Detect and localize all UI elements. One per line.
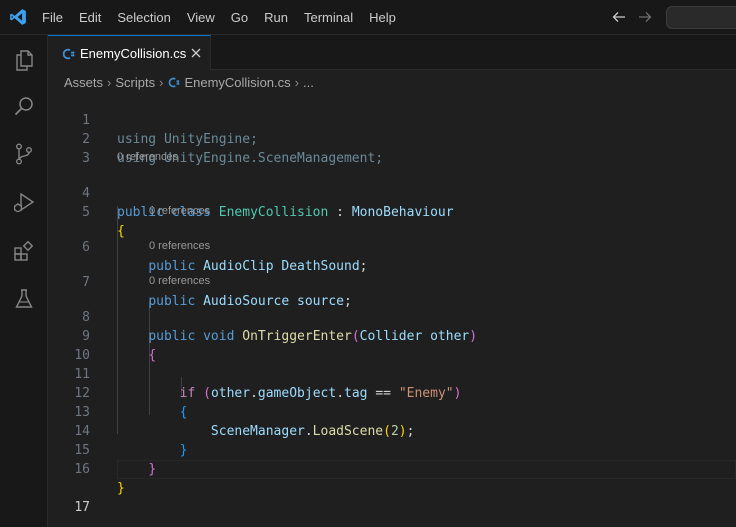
command-center-search[interactable]	[666, 6, 736, 29]
breadcrumb-scripts[interactable]: Scripts	[115, 75, 155, 90]
current-line-highlight	[117, 460, 736, 479]
extensions-icon[interactable]	[12, 240, 36, 264]
tab-bar: EnemyCollision.cs	[48, 35, 736, 70]
code-line: 5 {	[48, 184, 736, 239]
tab-label: EnemyCollision.cs	[80, 46, 187, 61]
editor-area: EnemyCollision.cs Assets › Scripts › Ene…	[48, 35, 736, 527]
code-line: 13 SceneManager.LoadScene(2);	[48, 384, 736, 439]
menu-selection[interactable]: Selection	[109, 0, 178, 35]
csharp-file-icon	[169, 77, 180, 87]
code-line: 9 {	[48, 308, 736, 363]
brace: }	[117, 481, 125, 496]
codelens-references[interactable]: 0 references	[117, 149, 178, 165]
code-line: 6 public AudioClip DeathSound;	[48, 219, 736, 274]
explorer-files-icon[interactable]	[12, 48, 36, 72]
title-bar: File Edit Selection View Go Run Terminal…	[0, 0, 736, 35]
code-line-current: 17	[48, 460, 736, 515]
codelens-references[interactable]: 0 references	[149, 203, 210, 219]
codelens: 0 references	[48, 149, 736, 165]
code-line: 12 {	[48, 365, 736, 420]
code-line: 8 public void OnTriggerEnter(Collider ot…	[48, 289, 736, 344]
activity-bar	[0, 35, 48, 527]
code-line: 11 if (other.gameObject.tag == "Enemy")	[48, 346, 736, 401]
code-editor[interactable]: 1 using UnityEngine; 2 using UnityEngine…	[48, 92, 736, 515]
codelens-references[interactable]: 0 references	[149, 238, 210, 254]
menu-bar: File Edit Selection View Go Run Terminal…	[34, 0, 404, 35]
menu-help[interactable]: Help	[361, 0, 404, 35]
codelens-references[interactable]: 0 references	[149, 273, 210, 289]
code-line: 10	[48, 327, 736, 363]
chevron-right-icon: ›	[107, 74, 112, 90]
chevron-right-icon: ›	[159, 74, 164, 90]
tab-enemy-collision[interactable]: EnemyCollision.cs	[48, 35, 211, 70]
chevron-right-icon: ›	[294, 74, 299, 90]
code-line: 2 using UnityEngine.SceneManagement;	[48, 111, 736, 166]
codelens: 0 references	[48, 273, 736, 289]
menu-file[interactable]: File	[34, 0, 71, 35]
code-line: 16 }	[48, 441, 736, 496]
code-line: 15 }	[48, 422, 736, 477]
code-line: 14 }	[48, 403, 736, 458]
line-number: 17	[74, 500, 90, 515]
source-control-icon[interactable]	[12, 142, 36, 166]
forward-arrow-icon[interactable]	[637, 9, 653, 25]
run-debug-icon[interactable]	[12, 191, 36, 215]
back-arrow-icon[interactable]	[611, 9, 627, 25]
codelens: 0 references	[48, 238, 736, 254]
close-icon[interactable]	[189, 46, 203, 60]
code-line: 3	[48, 130, 736, 166]
breadcrumb-more[interactable]: ...	[303, 75, 314, 90]
menu-terminal[interactable]: Terminal	[296, 0, 361, 35]
code-line: 7 public AudioSource source;	[48, 254, 736, 309]
vscode-logo-icon[interactable]	[9, 8, 27, 26]
testing-flask-icon[interactable]	[12, 287, 36, 311]
breadcrumb-file[interactable]: EnemyCollision.cs	[184, 75, 290, 90]
codelens: 0 references	[48, 203, 736, 219]
menu-run[interactable]: Run	[256, 0, 296, 35]
menu-edit[interactable]: Edit	[71, 0, 109, 35]
breadcrumb-assets[interactable]: Assets	[64, 75, 103, 90]
menu-view[interactable]: View	[179, 0, 223, 35]
code-line: 4 public class EnemyCollision : MonoBeha…	[48, 165, 736, 220]
search-icon[interactable]	[12, 94, 36, 118]
menu-go[interactable]: Go	[223, 0, 256, 35]
code-line: 1 using UnityEngine;	[48, 92, 736, 147]
breadcrumb: Assets › Scripts › EnemyCollision.cs › .…	[64, 73, 314, 91]
csharp-file-icon	[62, 48, 75, 60]
